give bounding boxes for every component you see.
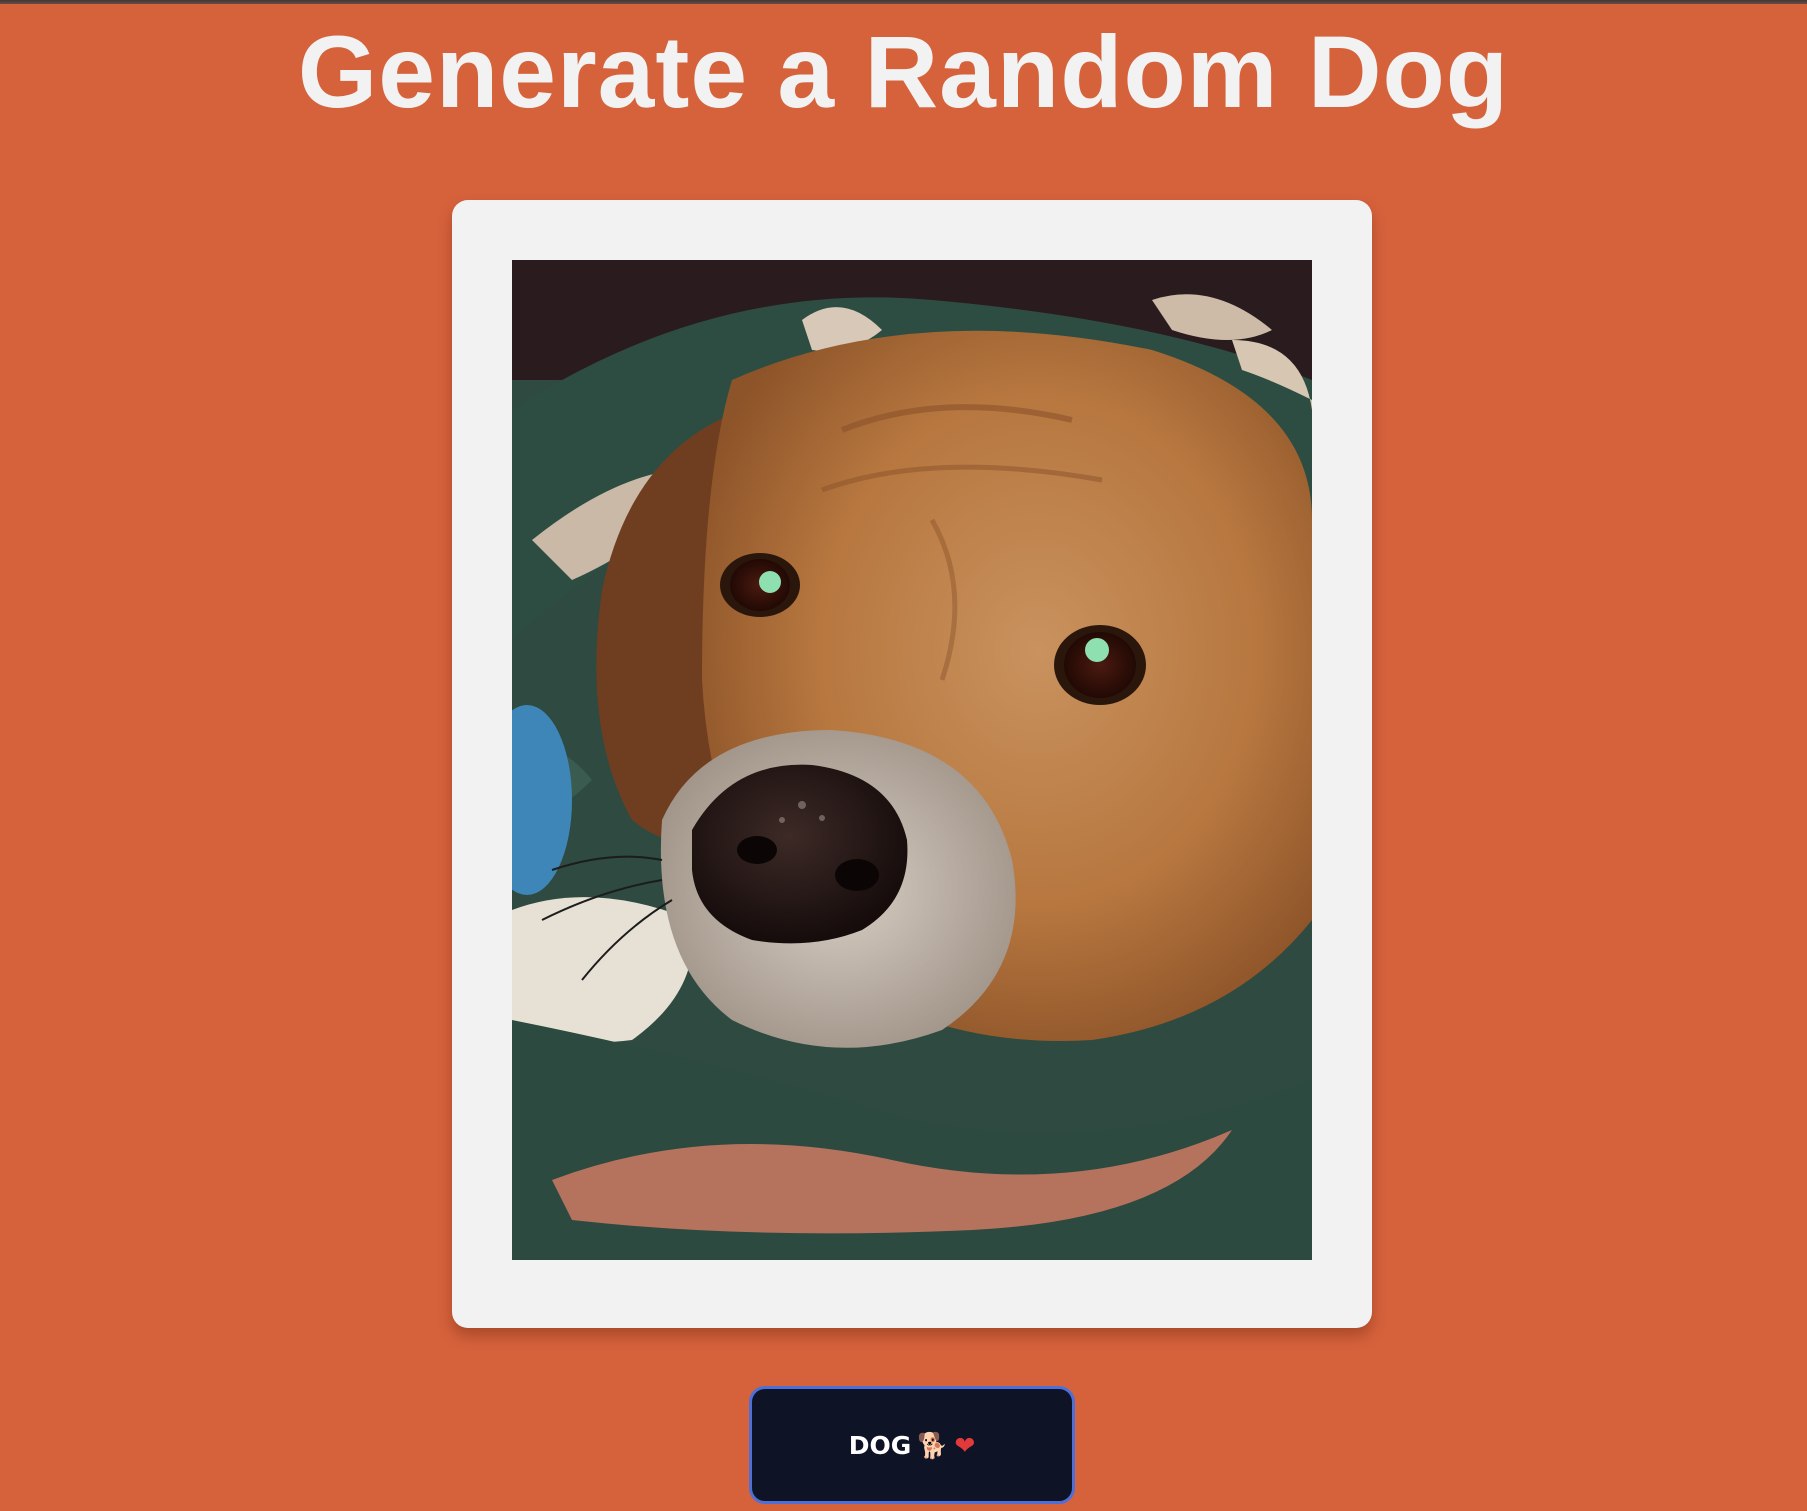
dog-icon: 🐕 <box>917 1430 949 1460</box>
heart-icon: ❤ <box>954 1430 976 1460</box>
random-dog-image <box>512 260 1312 1260</box>
dog-photo-card <box>452 200 1372 1328</box>
browser-top-edge <box>0 0 1807 4</box>
page-title: Generate a Random Dog <box>297 15 1510 129</box>
generate-dog-button[interactable]: DOG 🐕 ❤ <box>749 1386 1075 1504</box>
dog-illustration <box>512 260 1312 1260</box>
dog-button-label: DOG <box>848 1430 912 1460</box>
